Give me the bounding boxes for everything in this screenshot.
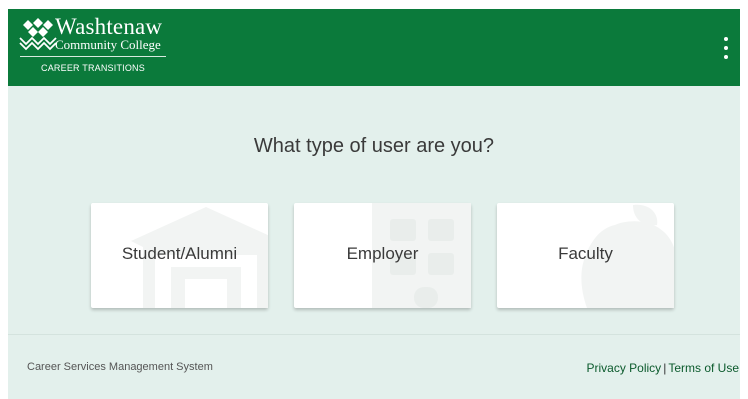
page: Washtenaw Community College CAREER TRANS… bbox=[0, 0, 748, 399]
footer-links: Privacy Policy | Terms of Use bbox=[587, 361, 740, 375]
logo-tagline: CAREER TRANSITIONS bbox=[41, 63, 145, 73]
menu-dot bbox=[724, 46, 728, 50]
more-vertical-icon[interactable] bbox=[721, 35, 731, 61]
employer-button[interactable]: Employer bbox=[294, 203, 471, 308]
logo-subtitle: Community College bbox=[55, 37, 161, 52]
privacy-policy-link[interactable]: Privacy Policy bbox=[587, 361, 662, 375]
logo-divider bbox=[20, 56, 166, 57]
logo-mark-icon bbox=[19, 18, 57, 51]
system-name: Career Services Management System bbox=[27, 361, 213, 373]
faculty-button[interactable]: Faculty bbox=[497, 203, 674, 308]
terms-of-use-link[interactable]: Terms of Use bbox=[668, 361, 739, 375]
option-label: Faculty bbox=[558, 244, 613, 263]
app-header: Washtenaw Community College CAREER TRANS… bbox=[8, 9, 740, 86]
footer-separator: | bbox=[663, 361, 667, 375]
option-label: Student/Alumni bbox=[121, 244, 238, 263]
menu-dot bbox=[724, 55, 728, 59]
student-alumni-button[interactable]: Student/Alumni bbox=[91, 203, 268, 308]
option-label: Employer bbox=[346, 244, 419, 263]
menu-dot bbox=[724, 37, 728, 41]
page-footer: Career Services Management System Privac… bbox=[8, 334, 740, 399]
page-title: What type of user are you? bbox=[253, 135, 495, 157]
user-type-selection: What type of user are you? Student/Alumn… bbox=[8, 86, 740, 334]
college-logo[interactable]: Washtenaw Community College CAREER TRANS… bbox=[18, 14, 168, 80]
